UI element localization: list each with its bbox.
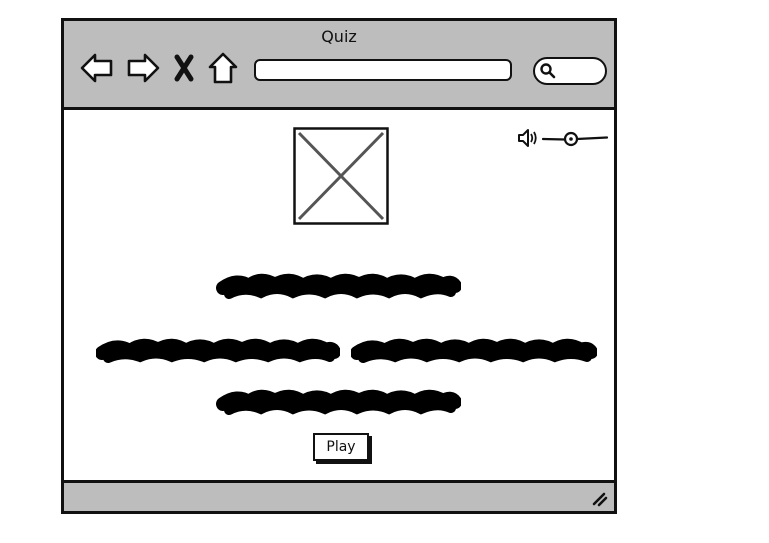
- title-bar: Quiz: [64, 21, 614, 110]
- text-placeholder-line-1: [215, 264, 461, 304]
- canvas: Quiz Play: [0, 0, 769, 543]
- home-icon[interactable]: [206, 49, 240, 87]
- resize-grip-icon[interactable]: [590, 489, 608, 507]
- close-x-icon[interactable]: [168, 49, 200, 87]
- volume-slider[interactable]: [541, 126, 609, 150]
- search-field[interactable]: [533, 57, 607, 85]
- address-bar[interactable]: [254, 59, 512, 81]
- forward-arrow-icon[interactable]: [124, 49, 162, 87]
- image-placeholder: [293, 127, 389, 225]
- back-arrow-icon[interactable]: [78, 49, 116, 87]
- text-placeholder-line-2b: [351, 327, 597, 367]
- status-bar: [64, 480, 614, 511]
- magnifier-icon: [540, 63, 556, 79]
- window-title: Quiz: [321, 27, 357, 46]
- volume-control: [517, 126, 609, 150]
- browser-window: Quiz Play: [61, 18, 617, 514]
- play-button[interactable]: Play: [313, 433, 369, 461]
- text-placeholder-line-3: [215, 380, 461, 420]
- text-placeholder-line-2a: [96, 327, 340, 367]
- speaker-icon[interactable]: [517, 128, 539, 148]
